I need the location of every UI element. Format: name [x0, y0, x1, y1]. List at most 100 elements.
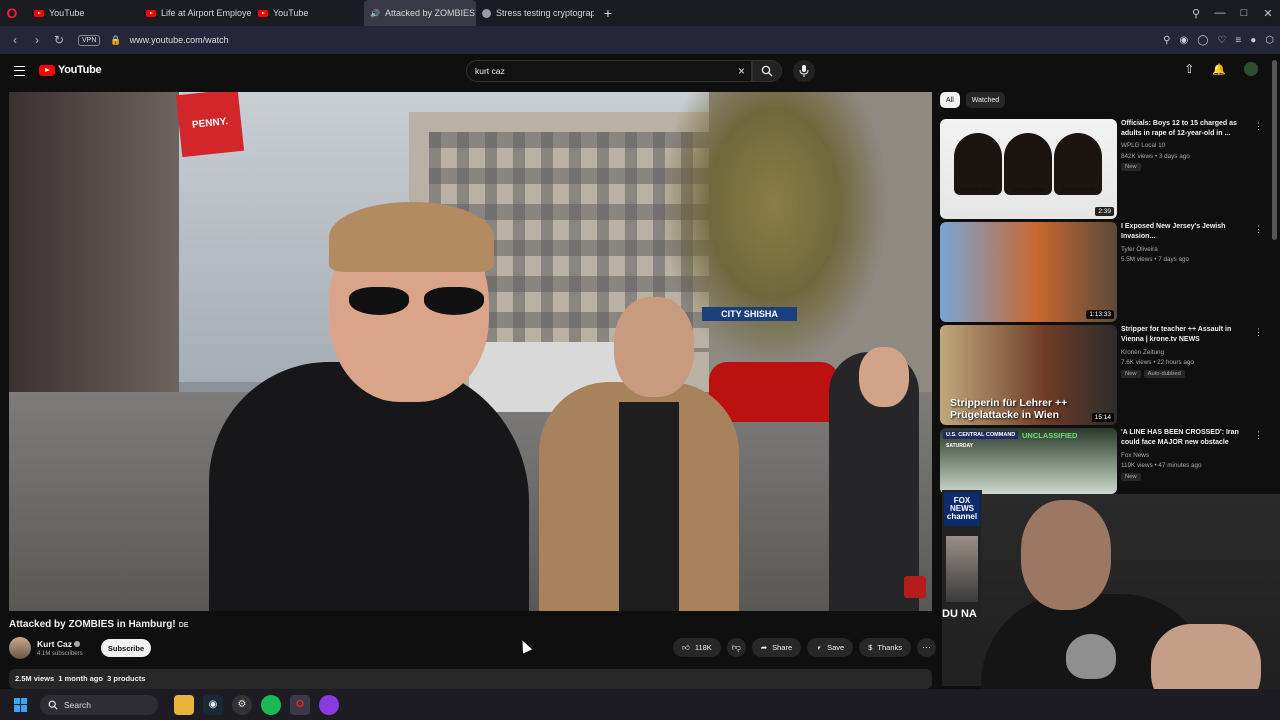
- dislike-button[interactable]: 👎︎: [726, 638, 746, 657]
- duration-badge: 1:13:33: [1086, 310, 1114, 319]
- subscribe-watermark[interactable]: [904, 576, 926, 598]
- youtube-icon: [258, 9, 268, 17]
- recommendation-item[interactable]: 1:13:33 I Exposed New Jersey's Jewish In…: [940, 222, 1270, 322]
- recommendation-title[interactable]: Officials: Boys 12 to 15 charged as adul…: [1121, 119, 1249, 139]
- youtube-icon: [146, 9, 156, 17]
- video-thumbnail[interactable]: U.S. CENTRAL COMMAND UNCLASSIFIED SATURD…: [940, 428, 1117, 494]
- video-title: Attacked by ZOMBIES in Hamburg! DE: [9, 619, 189, 630]
- browser-tab[interactable]: Stress testing cryptograph: [476, 0, 594, 26]
- more-actions-button[interactable]: ⋯: [917, 638, 937, 657]
- mouse-cursor: [517, 638, 533, 654]
- recommendation-channel[interactable]: WPLG Local 10: [1121, 142, 1165, 149]
- menu-icon[interactable]: ≡: [1235, 35, 1241, 46]
- steam-icon[interactable]: ◉: [203, 694, 223, 715]
- fox-news-logo: FOX NEWS channel: [944, 492, 980, 526]
- recommendation-channel[interactable]: Tyler Oliveira: [1121, 246, 1158, 253]
- browser-tab-active[interactable]: 🔊 Attacked by ZOMBIES: [364, 0, 476, 26]
- opera-browser-icon[interactable]: O: [290, 694, 310, 715]
- subscribe-button[interactable]: Subscribe: [101, 639, 151, 657]
- video-thumbnail[interactable]: 1:13:33: [940, 222, 1117, 322]
- browser-tab[interactable]: Life at Airport Employe: [140, 0, 252, 26]
- search-box[interactable]: ×: [466, 60, 752, 82]
- share-button[interactable]: ➦ Share: [751, 638, 802, 657]
- browser-tab[interactable]: YouTube: [28, 0, 140, 26]
- url-field[interactable]: www.youtube.com/watch: [130, 35, 229, 45]
- search-icon: [48, 700, 58, 710]
- clear-search-icon[interactable]: ×: [738, 64, 745, 78]
- duration-badge: 15:14: [1091, 413, 1114, 422]
- youtube-masthead: YouTube × ⇧ 🔔: [0, 54, 1280, 90]
- chip-watched[interactable]: Watched: [965, 92, 1006, 108]
- youtube-icon: [34, 9, 44, 17]
- browser-tab[interactable]: YouTube: [252, 0, 364, 26]
- media-app-icon[interactable]: [319, 694, 339, 715]
- voice-search-button[interactable]: [793, 60, 815, 82]
- windows-start-icon[interactable]: [14, 697, 28, 712]
- video-thumbnail[interactable]: NELSON NUNEZ JOSIAH JONES KAMARI TYSON 2…: [940, 119, 1117, 219]
- new-badge: New: [1121, 370, 1141, 378]
- save-button[interactable]: ⎖ Save: [807, 638, 854, 657]
- search-tabs-icon[interactable]: ⚲: [1184, 7, 1208, 20]
- video-player[interactable]: PENNY. CITY SHISHA: [9, 92, 932, 611]
- notifications-bell-icon[interactable]: 🔔: [1212, 63, 1226, 76]
- youtube-logo[interactable]: YouTube: [39, 64, 102, 76]
- recommendation-title[interactable]: 'A LINE HAS BEEN CROSSED': Iran could fa…: [1121, 428, 1249, 448]
- minimize-button[interactable]: —: [1208, 7, 1232, 19]
- spotify-icon[interactable]: [261, 694, 281, 715]
- thanks-button[interactable]: $ Thanks: [859, 638, 912, 657]
- recommendation-channel[interactable]: Kronen Zeitung: [1121, 349, 1164, 356]
- thumbnail-tag: UNCLASSIFIED: [1022, 431, 1078, 440]
- camera-icon[interactable]: ◉: [1179, 35, 1188, 46]
- webcam-overlay: [981, 494, 1280, 720]
- thumbs-down-icon: 👎︎: [731, 642, 741, 652]
- channel-name[interactable]: Kurt Caz: [37, 639, 80, 649]
- more-vertical-icon[interactable]: ⋮: [1254, 224, 1263, 235]
- recommendation-item[interactable]: NELSON NUNEZ JOSIAH JONES KAMARI TYSON 2…: [940, 119, 1270, 219]
- recommendation-item[interactable]: U.S. CENTRAL COMMAND UNCLASSIFIED SATURD…: [940, 428, 1270, 494]
- hamburger-menu-icon[interactable]: [14, 66, 25, 76]
- recommendation-title[interactable]: I Exposed New Jersey's Jewish Invasion..…: [1121, 222, 1249, 242]
- more-vertical-icon[interactable]: ⋮: [1254, 121, 1263, 132]
- forward-button[interactable]: ›: [26, 33, 48, 47]
- upload-icon[interactable]: ⇧: [1184, 62, 1194, 76]
- extensions-icon[interactable]: ⬡: [1265, 35, 1274, 46]
- page-scrollbar[interactable]: [1272, 60, 1277, 240]
- subscriber-count: 4.1M subscribers: [37, 651, 83, 657]
- vpn-badge[interactable]: VPN: [78, 34, 101, 46]
- settings-gear-icon[interactable]: ⚙: [232, 694, 252, 715]
- back-button[interactable]: ‹: [4, 33, 26, 47]
- close-window-button[interactable]: ✕: [1256, 7, 1280, 20]
- speaker-icon[interactable]: 🔊: [370, 9, 380, 18]
- search-button[interactable]: [752, 60, 782, 82]
- page-icon: [482, 8, 491, 18]
- reload-button[interactable]: ↻: [48, 33, 70, 47]
- heart-icon[interactable]: ♡: [1217, 35, 1226, 46]
- partial-thumbnail-strip[interactable]: FOX NEWS channel DU NA: [942, 490, 982, 686]
- file-explorer-icon[interactable]: [174, 694, 194, 715]
- like-button[interactable]: 👍︎ 118K: [673, 638, 721, 657]
- account-avatar[interactable]: [1244, 62, 1258, 76]
- taskbar-search[interactable]: Search: [40, 694, 158, 715]
- chip-all[interactable]: All: [940, 92, 960, 108]
- recommendation-item[interactable]: Stripperin für Lehrer ++ Prügelattacke i…: [940, 325, 1270, 425]
- maximize-button[interactable]: □: [1232, 7, 1256, 19]
- description-meta: 2.5M views 1 month ago 3 products: [15, 674, 146, 683]
- new-tab-button[interactable]: +: [598, 3, 618, 23]
- video-thumbnail[interactable]: Stripperin für Lehrer ++ Prügelattacke i…: [940, 325, 1117, 425]
- profile-icon[interactable]: ●: [1250, 35, 1256, 46]
- recommendation-channel[interactable]: Fox News: [1121, 452, 1149, 459]
- duration-badge: 2:39: [1095, 207, 1114, 216]
- skull-print: [1066, 634, 1116, 679]
- more-vertical-icon[interactable]: ⋮: [1254, 327, 1263, 338]
- windows-taskbar: Search ◉ ⚙ O: [0, 689, 1280, 720]
- shield-icon[interactable]: ◯: [1197, 35, 1208, 46]
- search-icon[interactable]: ⚲: [1163, 35, 1170, 46]
- thumbnail-tag: SATURDAY: [946, 443, 973, 449]
- description-box[interactable]: [9, 669, 932, 689]
- search-input[interactable]: [475, 66, 725, 76]
- lock-icon[interactable]: 🔒: [110, 35, 121, 46]
- opera-logo-icon[interactable]: O: [0, 0, 24, 26]
- more-vertical-icon[interactable]: ⋮: [1254, 430, 1263, 441]
- channel-avatar[interactable]: [9, 637, 31, 659]
- recommendation-title[interactable]: Stripper for teacher ++ Assault in Vienn…: [1121, 325, 1249, 345]
